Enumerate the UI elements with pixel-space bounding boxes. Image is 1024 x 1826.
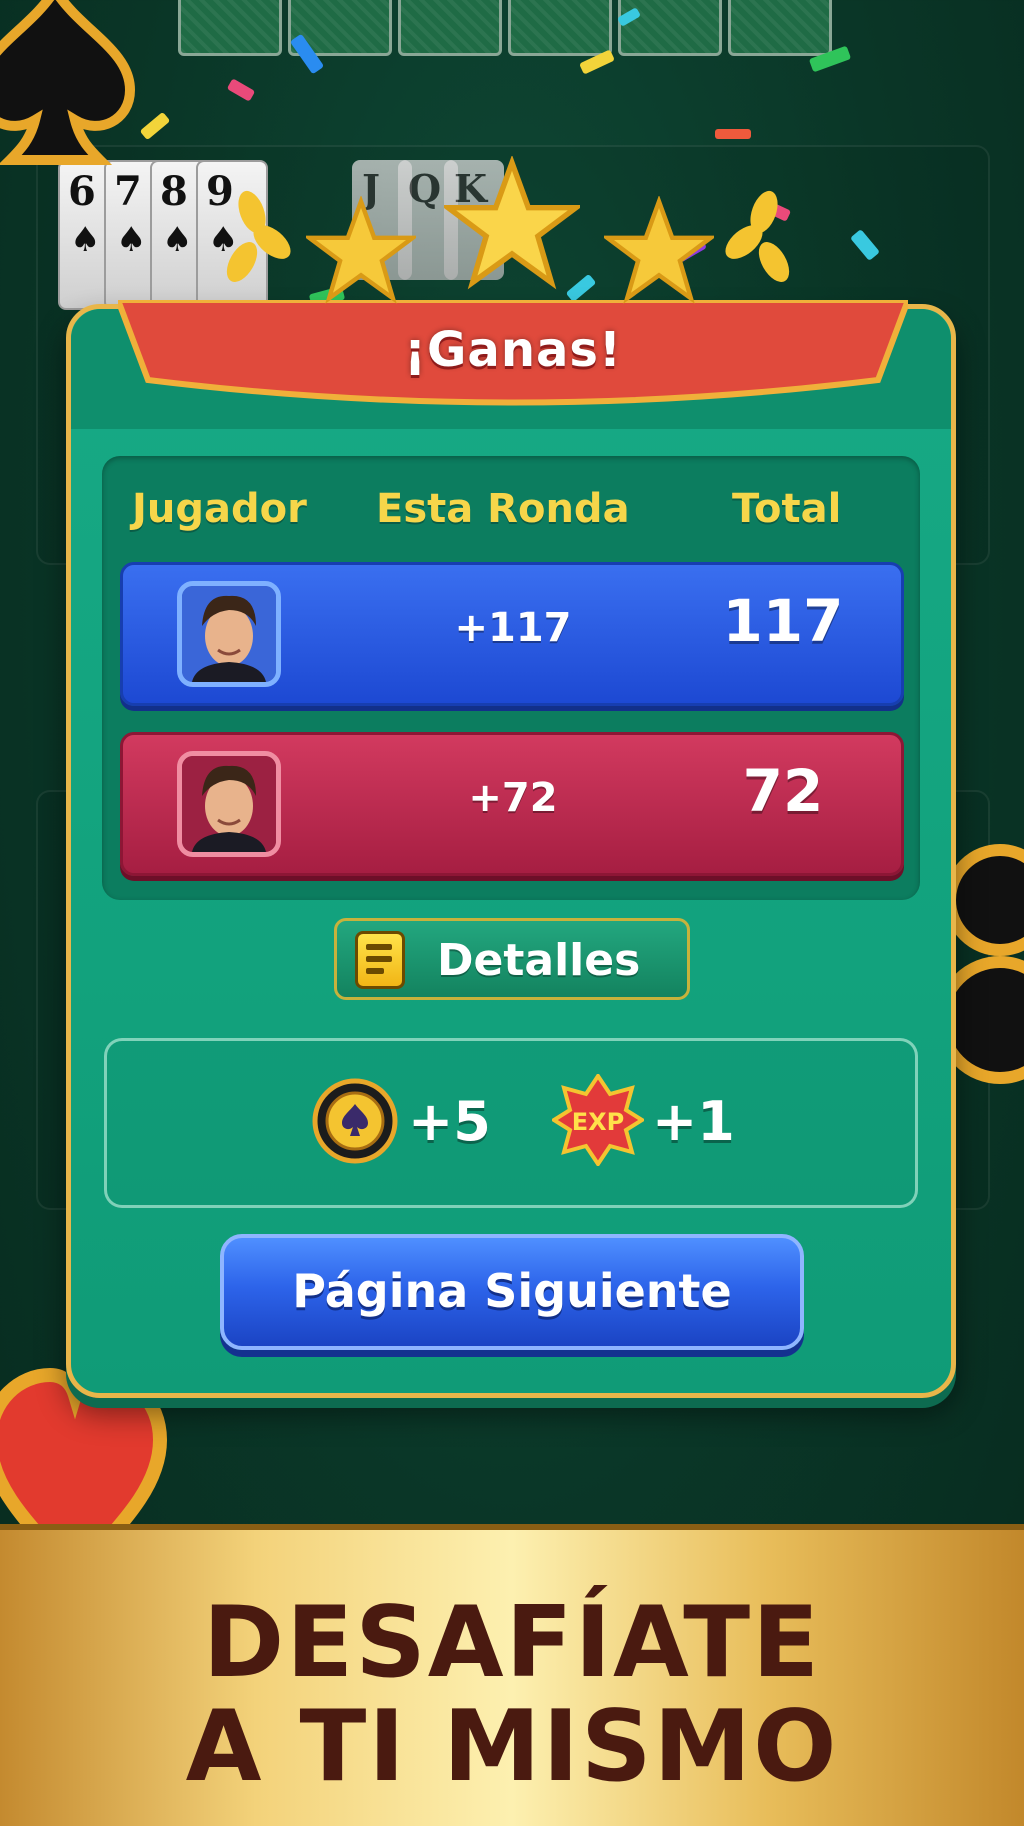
column-header-round: Esta Ronda: [376, 486, 630, 532]
player-row: +72 72: [120, 732, 904, 876]
column-header-player: Jugador: [132, 486, 307, 532]
card-back: [508, 0, 612, 56]
laurel-left-icon: [226, 190, 291, 282]
avatar: [177, 751, 281, 857]
confetti: [226, 78, 256, 102]
total-score: 72: [742, 757, 824, 825]
next-page-label: Página Siguiente: [292, 1264, 732, 1318]
banner-line-2: A TI MISMO: [185, 1690, 839, 1804]
dialog-title: ¡Ganas!: [404, 322, 622, 378]
next-page-button[interactable]: Página Siguiente: [220, 1234, 804, 1350]
coin-icon: [312, 1078, 398, 1164]
exp-badge-text: EXP: [572, 1108, 625, 1136]
confetti: [715, 129, 751, 139]
title-ribbon-text: ¡Ganas!: [118, 300, 908, 422]
card-back: [728, 0, 832, 56]
card-back: [178, 0, 282, 56]
exp-reward: +1: [652, 1090, 735, 1153]
details-label: Detalles: [437, 935, 641, 986]
confetti: [139, 111, 171, 141]
rewards-panel: [104, 1038, 918, 1208]
spade-icon: [0, 0, 136, 165]
player-row: +117 117: [120, 562, 904, 706]
laurel-right-icon: [725, 190, 790, 282]
round-score: +117: [454, 605, 572, 651]
exp-badge-icon: EXP: [552, 1074, 644, 1166]
promo-banner: DESAFÍATE A TI MISMO: [0, 1524, 1024, 1826]
coin-reward: +5: [408, 1090, 491, 1153]
document-icon: [355, 931, 405, 989]
column-header-total: Total: [732, 486, 842, 532]
total-score: 117: [722, 587, 844, 655]
star-icon: [444, 156, 580, 290]
banner-line-1: DESAFÍATE: [202, 1586, 822, 1700]
round-score: +72: [468, 775, 558, 821]
details-button[interactable]: Detalles: [334, 918, 690, 1000]
avatar: [177, 581, 281, 687]
star-icon: [604, 196, 714, 304]
star-icon: [306, 196, 416, 304]
card-back: [398, 0, 502, 56]
